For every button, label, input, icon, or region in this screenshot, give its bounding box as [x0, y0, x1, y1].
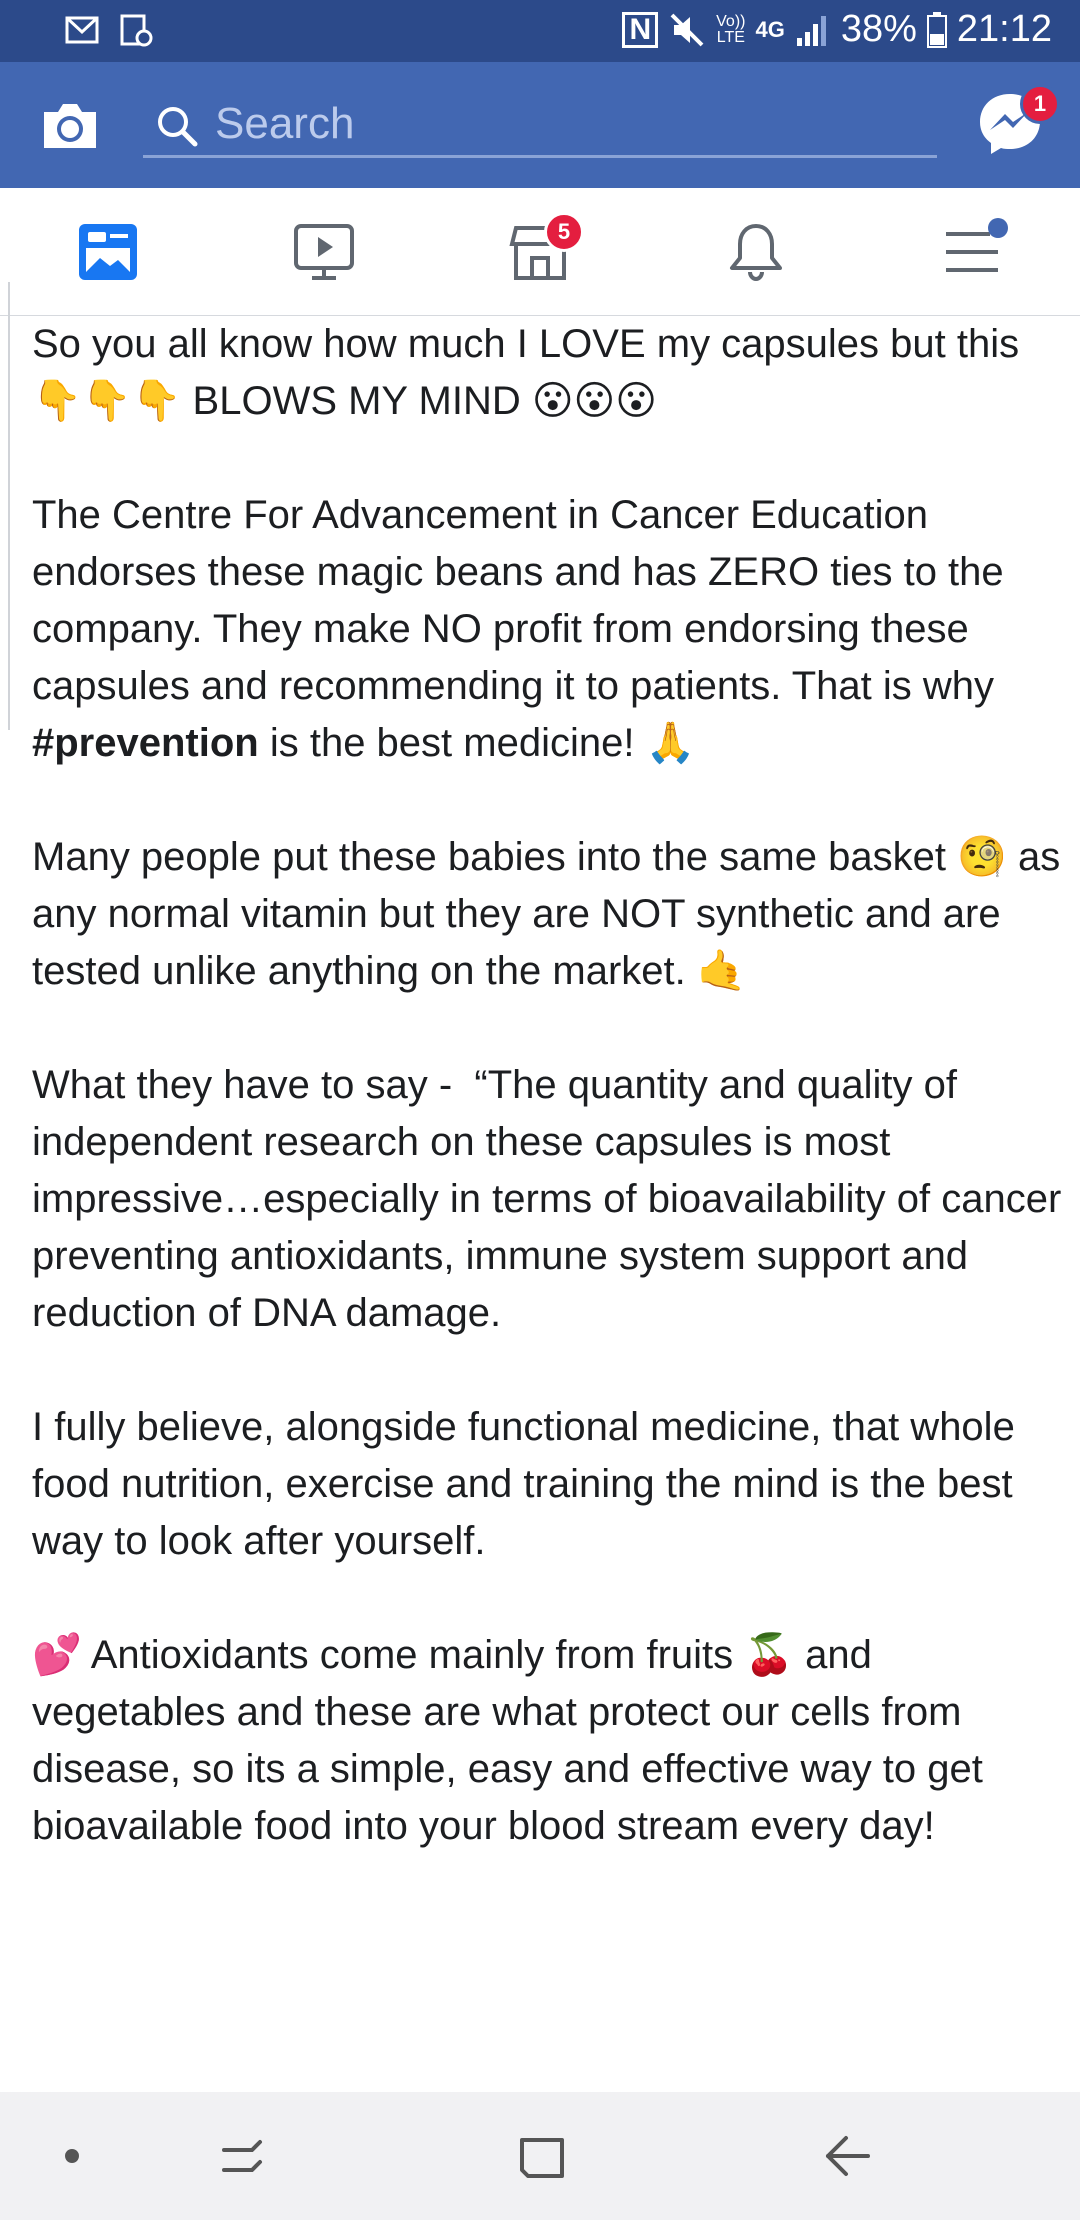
mute-icon — [670, 13, 704, 46]
bell-icon — [730, 224, 782, 282]
tab-notifications[interactable] — [718, 214, 794, 290]
search-icon — [158, 107, 198, 147]
clock: 21:12 — [956, 8, 1052, 50]
post-paragraph: So you all know how much I LOVE my capsu… — [32, 322, 1031, 423]
post-paragraph: Many people put these babies into the sa… — [32, 835, 1072, 993]
battery-icon — [926, 11, 947, 48]
nfc-icon: N — [622, 11, 659, 48]
status-bar: N Vo)) LTE 4G 38% 21:12 — [0, 0, 1080, 62]
hashtag-link[interactable]: #prevention — [32, 721, 259, 765]
post-paragraph: What they have to say - “The quantity an… — [32, 1063, 1073, 1335]
nav-bar: 5 — [0, 188, 1080, 316]
watch-icon — [294, 224, 354, 280]
camera-icon[interactable] — [38, 94, 102, 158]
signal-icon — [796, 15, 826, 46]
post-paragraph: I fully believe, alongside functional me… — [32, 1405, 1026, 1563]
search-bar[interactable] — [143, 94, 937, 158]
dot-icon[interactable] — [42, 2126, 102, 2186]
menu-notification-dot — [988, 218, 1008, 238]
tab-watch[interactable] — [286, 214, 362, 290]
app-header: 1 — [0, 62, 1080, 188]
post-paragraph: The Centre For Advancement in Cancer Edu… — [32, 493, 1015, 765]
recent-apps-icon[interactable] — [212, 2126, 272, 2186]
search-input[interactable] — [215, 94, 915, 154]
gallery-icon — [120, 14, 153, 47]
notification-icons — [64, 12, 154, 48]
network-type: 4G — [755, 16, 785, 42]
system-status: N Vo)) LTE 4G 38% 21:12 — [622, 8, 1052, 51]
post-paragraph: 💕 Antioxidants come mainly from fruits 🍒… — [32, 1633, 995, 1848]
tab-news-feed[interactable] — [70, 214, 146, 290]
post-content: So you all know how much I LOVE my capsu… — [0, 316, 1080, 2092]
volte-indicator: Vo)) LTE — [716, 12, 746, 46]
news-feed-icon — [79, 224, 137, 280]
system-nav-bar — [0, 2092, 1080, 2220]
messenger-badge: 1 — [1020, 84, 1060, 124]
battery-percent: 38% — [840, 8, 917, 50]
marketplace-badge: 5 — [544, 212, 584, 252]
home-icon[interactable] — [512, 2126, 572, 2186]
back-icon[interactable] — [816, 2126, 876, 2186]
gmail-icon — [65, 16, 99, 44]
post-text: So you all know how much I LOVE my capsu… — [32, 316, 1062, 1912]
